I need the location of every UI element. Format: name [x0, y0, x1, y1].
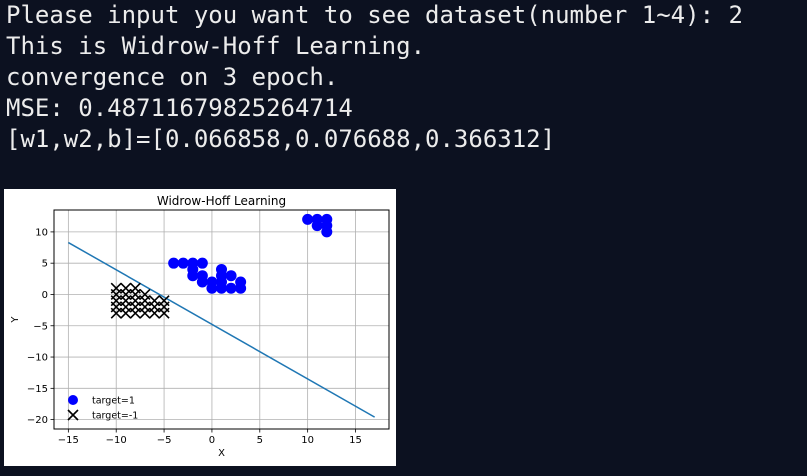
- y-tick-label: 0: [42, 290, 48, 301]
- y-tick-label: 5: [42, 259, 48, 270]
- data-points: [110, 213, 333, 319]
- x-tick-label: 10: [301, 435, 314, 446]
- legend-marker-target-pos: [68, 395, 78, 405]
- terminal-line-prompt: Please input you want to see dataset(num…: [6, 1, 743, 29]
- legend-marker-target-neg: [67, 409, 79, 421]
- point-target-pos: [187, 270, 199, 282]
- chart-legend: target=1 target=-1: [67, 395, 138, 422]
- legend-label-target-pos: target=1: [92, 396, 135, 407]
- terminal-line-method: This is Widrow-Hoff Learning.: [6, 32, 426, 60]
- y-tick-label: −10: [27, 353, 48, 364]
- y-tick-label: −15: [27, 384, 48, 395]
- scatter-chart: −15 −10 −5 0 5 10 15 10 5 0 −5 −10 −15 −20 Widrow-Hof…: [10, 194, 390, 459]
- point-target-pos: [196, 257, 208, 269]
- legend-label-target-neg: target=-1: [92, 411, 138, 422]
- x-tick-label: 15: [349, 435, 362, 446]
- point-target-pos: [235, 282, 247, 294]
- x-tick-label: 0: [209, 435, 215, 446]
- x-tick-label: −10: [106, 435, 127, 446]
- y-tick-label: 10: [35, 227, 48, 238]
- y-tick-label: −20: [27, 415, 48, 426]
- point-target-neg: [120, 307, 132, 319]
- x-tick-label: 5: [257, 435, 263, 446]
- x-axis-label: X: [218, 448, 225, 459]
- point-target-neg: [139, 307, 151, 319]
- point-target-pos: [225, 282, 237, 294]
- x-tick-label: −15: [58, 435, 79, 446]
- point-target-pos: [321, 226, 333, 238]
- point-target-neg: [129, 307, 141, 319]
- point-target-pos: [206, 282, 218, 294]
- point-target-pos: [216, 263, 227, 275]
- terminal-line-mse: MSE: 0.48711679825264714: [6, 94, 353, 122]
- point-target-pos: [311, 220, 323, 232]
- point-target-neg: [148, 307, 161, 319]
- y-axis-label: Y: [10, 316, 21, 324]
- terminal-line-weights: [w1,w2,b]=[0.066858,0.076688,0.366312]: [6, 125, 556, 153]
- point-target-pos: [196, 276, 208, 288]
- y-tick-label: −5: [33, 321, 48, 332]
- x-tick-label: −5: [157, 435, 172, 446]
- point-target-pos: [177, 257, 189, 269]
- terminal-line-convergence: convergence on 3 epoch.: [6, 63, 339, 91]
- plot-figure: −15 −10 −5 0 5 10 15 10 5 0 −5 −10 −15 −20 Widrow-Hof…: [4, 189, 396, 466]
- chart-title: Widrow-Hoff Learning: [157, 194, 286, 208]
- point-target-pos: [302, 213, 314, 225]
- point-target-pos: [216, 282, 227, 294]
- terminal-window: Please input you want to see dataset(num…: [0, 0, 807, 476]
- point-target-pos: [225, 270, 237, 282]
- point-target-pos: [168, 257, 180, 269]
